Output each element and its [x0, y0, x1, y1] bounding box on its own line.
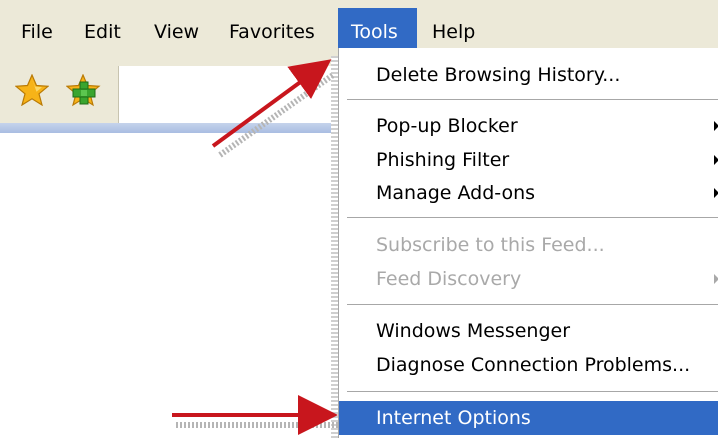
menu-item-windows-messenger[interactable]: Windows Messenger: [339, 314, 718, 348]
menu-item-label: Diagnose Connection Problems...: [376, 354, 691, 376]
menu-item-popup-blocker[interactable]: Pop-up Blocker: [339, 109, 718, 143]
submenu-arrow-icon: [714, 155, 718, 165]
add-favorite-icon[interactable]: [65, 73, 102, 113]
submenu-arrow-icon: [714, 188, 718, 198]
submenu-arrow-icon: [714, 274, 718, 284]
menu-item-internet-options[interactable]: Internet Options: [339, 401, 718, 435]
menu-item-label: Manage Add-ons: [376, 182, 536, 204]
menu-edit[interactable]: Edit: [72, 8, 133, 56]
toolbar-address-area: [118, 66, 337, 123]
menu-item-manage-addons[interactable]: Manage Add-ons: [339, 176, 718, 210]
menu-item-label: Internet Options: [376, 407, 531, 429]
menu-item-label: Phishing Filter: [376, 149, 510, 171]
menu-item-label: Feed Discovery: [376, 268, 522, 290]
menu-separator: [347, 304, 718, 306]
menu-separator: [347, 391, 718, 393]
menu-item-label: Pop-up Blocker: [376, 115, 518, 137]
favorites-star-icon[interactable]: [14, 73, 50, 111]
menu-item-label: Subscribe to this Feed...: [376, 234, 605, 256]
menu-item-phishing-filter[interactable]: Phishing Filter: [339, 143, 718, 177]
menu-favorites[interactable]: Favorites: [217, 8, 327, 56]
menu-item-subscribe-feed[interactable]: Subscribe to this Feed...: [339, 228, 718, 262]
menu-item-label: Windows Messenger: [376, 320, 571, 342]
menu-item-diagnose-connection[interactable]: Diagnose Connection Problems...: [339, 348, 718, 382]
tools-dropdown-menu: Delete Browsing History... Pop-up Blocke…: [338, 48, 718, 438]
menu-item-delete-browsing-history[interactable]: Delete Browsing History...: [339, 58, 718, 92]
menu-item-feed-discovery[interactable]: Feed Discovery: [339, 262, 718, 296]
menu-view[interactable]: View: [142, 8, 211, 56]
submenu-arrow-icon: [714, 121, 718, 131]
menu-separator: [347, 99, 718, 101]
menu-file[interactable]: File: [9, 8, 65, 56]
menu-item-label: Delete Browsing History...: [376, 64, 621, 86]
menu-separator: [347, 217, 718, 219]
dropdown-shadow: [331, 56, 338, 438]
toolbar-bottom-edge: [0, 123, 338, 133]
